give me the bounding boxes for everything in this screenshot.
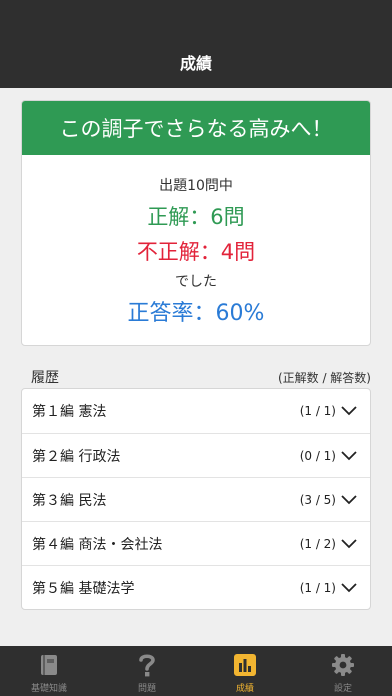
accuracy-rate-text: 正答率：60%	[127, 301, 265, 326]
tab-label: 基礎知識	[30, 684, 67, 694]
correct-count-text: 正解：6問	[147, 205, 245, 229]
history-row-count: (3 / 5)	[299, 492, 336, 507]
chevron-down-icon[interactable]	[338, 578, 360, 598]
history-title: 履歴	[31, 370, 59, 386]
total-questions-text: 出題10問中	[159, 178, 233, 194]
chevron-down-icon[interactable]	[338, 401, 360, 421]
chevron-down-icon[interactable]	[338, 490, 360, 510]
history-row-label: 第５編 基礎法学	[32, 580, 135, 597]
bar-chart-icon	[232, 652, 258, 678]
history-row-label: 第３編 民法	[32, 492, 107, 509]
history-row-count: (1 / 1)	[299, 404, 336, 418]
history-row-shoho[interactable]: 第４編 商法・会社法 (1 / 2)	[22, 521, 370, 565]
tab-settings[interactable]: 設定	[294, 646, 392, 696]
gear-icon	[330, 652, 356, 678]
result-banner: この調子でさらなる高みへ！	[22, 101, 370, 155]
history-row-count: (1 / 1)	[299, 580, 336, 595]
result-card: この調子でさらなる高みへ！ 出題10問中 正解：6問 不正解：4問 でした 正答…	[21, 100, 371, 346]
history-row-label: 第１編 憲法	[32, 404, 107, 420]
tab-basics[interactable]: 基礎知識	[0, 646, 98, 696]
tab-results[interactable]: 成績	[196, 646, 294, 696]
history-row-minpo[interactable]: 第３編 民法 (3 / 5)	[22, 477, 370, 521]
history-subtitle: (正解数 / 解答数)	[277, 370, 371, 385]
tab-bar: 基礎知識 問題 成績 設定	[0, 646, 392, 696]
tab-label: 問題	[137, 684, 156, 694]
tab-questions[interactable]: 問題	[98, 646, 196, 696]
history-row-kenpo[interactable]: 第１編 憲法 (1 / 1)	[22, 389, 370, 433]
history-row-count: (0 / 1)	[299, 448, 336, 463]
history-row-count: (1 / 2)	[299, 536, 336, 551]
deshita-text: でした	[175, 274, 217, 290]
question-icon	[134, 652, 160, 678]
history-header: 履歴 (正解数 / 解答数)	[31, 366, 371, 388]
history-list: 第１編 憲法 (1 / 1) 第２編 行政法 (0 / 1) 第３編 民法 (3…	[21, 388, 371, 610]
page-title: 成績	[179, 54, 212, 73]
navigation-bar: 成績	[0, 0, 392, 88]
history-row-gyoseiho[interactable]: 第２編 行政法 (0 / 1)	[22, 433, 370, 477]
chevron-down-icon[interactable]	[338, 446, 360, 466]
history-row-kiso-hogaku[interactable]: 第５編 基礎法学 (1 / 1)	[22, 565, 370, 609]
result-body: 出題10問中 正解：6問 不正解：4問 でした 正答率：60%	[22, 155, 370, 331]
tab-label: 成績	[235, 684, 254, 694]
tab-label: 設定	[333, 684, 352, 694]
book-icon	[36, 652, 62, 678]
wrong-count-text: 不正解：4問	[136, 240, 256, 264]
chevron-down-icon[interactable]	[338, 534, 360, 554]
history-row-label: 第２編 行政法	[32, 448, 121, 465]
history-row-label: 第４編 商法・会社法	[32, 536, 163, 553]
